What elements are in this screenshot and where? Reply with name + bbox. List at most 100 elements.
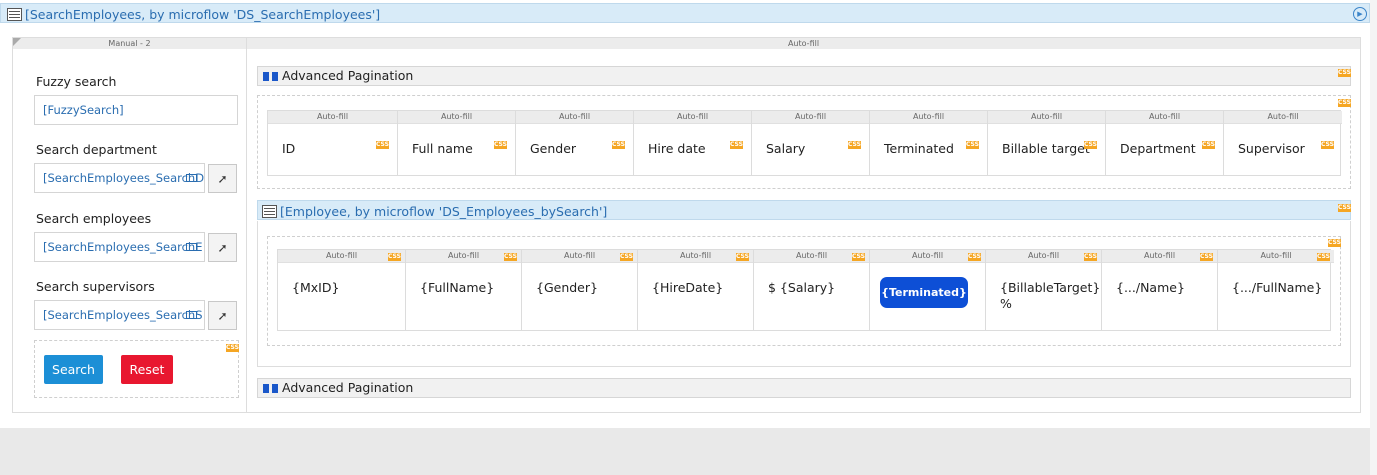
reset-button[interactable]: Reset <box>121 355 173 384</box>
reference-selector-icon <box>186 243 197 251</box>
listview-cell-text: {HireDate} <box>652 280 724 295</box>
column-header-text: Hire date <box>648 141 706 156</box>
pagination-icon <box>263 384 278 393</box>
css-badge: CSS <box>730 141 743 149</box>
right-column-header: Auto-fill <box>247 38 1360 49</box>
department-select-button[interactable]: ➚ <box>208 164 237 193</box>
css-badge: CSS <box>226 344 239 352</box>
column-header-text: Salary <box>766 141 806 156</box>
css-badge: CSS <box>504 253 517 261</box>
search-department-input[interactable]: [SearchEmployees_SearchD <box>34 163 205 193</box>
css-badge: CSS <box>1321 141 1334 149</box>
fuzzy-search-label: Fuzzy search <box>36 74 117 89</box>
listview-cell-text: $ {Salary} <box>768 280 836 295</box>
search-employees-input[interactable]: [SearchEmployees_SearchE <box>34 232 205 262</box>
css-badge: CSS <box>1084 141 1097 149</box>
header-cell[interactable]: Auto-fill Full name CSS <box>398 111 516 175</box>
autofill-label: Auto-fill <box>752 111 869 124</box>
dataview-title: [SearchEmployees, by microflow 'DS_Searc… <box>25 7 381 22</box>
column-header-text: ID <box>282 141 296 156</box>
search-supervisors-value: [SearchEmployees_SearchS <box>43 308 203 322</box>
arrow-icon: ➚ <box>217 172 228 186</box>
arrow-icon: ➚ <box>217 309 228 323</box>
autofill-label: Auto-fill <box>1106 111 1223 124</box>
left-column-header-text: Manual - 2 <box>108 39 151 48</box>
listview-cell[interactable]: Auto-fill $ {Salary} CSS <box>754 250 870 330</box>
search-department-label: Search department <box>36 142 157 157</box>
css-badge: CSS <box>1202 141 1215 149</box>
listview-cell-suffix: % <box>1000 296 1012 311</box>
listview-cell[interactable]: Auto-fill {Gender} CSS <box>522 250 638 330</box>
listview-cell[interactable]: Auto-fill {Terminated} CSS <box>870 250 986 330</box>
listview-cell-text: {Gender} <box>536 280 598 295</box>
css-badge: CSS <box>376 141 389 149</box>
dataview-icon <box>7 8 22 21</box>
css-badge: CSS <box>1317 253 1330 261</box>
css-badge: CSS <box>1328 239 1341 247</box>
header-cell[interactable]: Auto-fill Billable target CSS <box>988 111 1106 175</box>
header-cell[interactable]: Auto-fill Hire date CSS <box>634 111 752 175</box>
css-badge: CSS <box>968 253 981 261</box>
search-employees-value: [SearchEmployees_SearchE <box>43 240 203 254</box>
css-badge: CSS <box>736 253 749 261</box>
css-badge: CSS <box>966 141 979 149</box>
column-header-text: Department <box>1120 141 1196 156</box>
css-badge: CSS <box>494 141 507 149</box>
column-header-text: Full name <box>412 141 473 156</box>
fuzzy-search-input[interactable]: [FuzzySearch] <box>34 95 238 125</box>
arrow-icon: ➚ <box>217 241 228 255</box>
listview-cell[interactable]: Auto-fill {FullName} CSS <box>406 250 522 330</box>
footer-area <box>0 428 1370 475</box>
listview-cell-text: {.../FullName} <box>1232 280 1323 295</box>
column-header-text: Billable target <box>1002 141 1090 156</box>
listview-icon <box>262 205 277 218</box>
search-department-value: [SearchEmployees_SearchD <box>43 171 205 185</box>
left-column-header: Manual - 2 <box>13 38 246 49</box>
pagination-top-label: Advanced Pagination <box>282 68 414 83</box>
css-badge: CSS <box>1338 69 1351 77</box>
header-cell[interactable]: Auto-fill Salary CSS <box>752 111 870 175</box>
reference-selector-icon <box>186 311 197 319</box>
autofill-label: Auto-fill <box>398 111 515 124</box>
css-badge: CSS <box>1200 253 1213 261</box>
header-cell[interactable]: Auto-fill ID CSS <box>268 111 398 175</box>
listview-cell[interactable]: Auto-fill {HireDate} CSS <box>638 250 754 330</box>
header-cell[interactable]: Auto-fill Department CSS <box>1106 111 1224 175</box>
css-badge: CSS <box>612 141 625 149</box>
listview-cell[interactable]: Auto-fill {BillableTarget}% CSS <box>986 250 1102 330</box>
header-cell[interactable]: Auto-fill Terminated CSS <box>870 111 988 175</box>
listview-header: [Employee, by microflow 'DS_Employees_by… <box>257 200 1351 220</box>
search-supervisors-label: Search supervisors <box>36 279 155 294</box>
employees-select-button[interactable]: ➚ <box>208 233 237 262</box>
autofill-label: Auto-fill <box>278 250 405 263</box>
css-badge: CSS <box>848 141 861 149</box>
css-badge: CSS <box>620 253 633 261</box>
pagination-bottom[interactable]: Advanced Pagination <box>257 378 1351 398</box>
css-badge: CSS <box>1338 99 1351 107</box>
pagination-bottom-label: Advanced Pagination <box>282 380 414 395</box>
listview-cell[interactable]: Auto-fill {.../FullName} CSS <box>1218 250 1334 330</box>
reference-selector-icon <box>186 174 197 182</box>
autofill-label: Auto-fill <box>634 111 751 124</box>
listview-cell[interactable]: Auto-fill {.../Name} CSS <box>1102 250 1218 330</box>
right-edge <box>1370 0 1377 475</box>
listview-cell[interactable]: Auto-fill {MxID} CSS <box>278 250 406 330</box>
search-button[interactable]: Search <box>44 355 103 384</box>
autofill-label: Auto-fill <box>268 111 397 124</box>
search-supervisors-input[interactable]: [SearchEmployees_SearchS <box>34 300 205 330</box>
pagination-top[interactable]: Advanced Pagination <box>257 66 1351 86</box>
terminated-badge: {Terminated} <box>880 277 968 308</box>
listview-title: [Employee, by microflow 'DS_Employees_by… <box>280 204 608 219</box>
search-employees-label: Search employees <box>36 211 152 226</box>
supervisors-select-button[interactable]: ➚ <box>208 301 237 330</box>
listview-cell-text: {.../Name} <box>1116 280 1185 295</box>
listview-cell-text: {FullName} <box>420 280 495 295</box>
css-badge: CSS <box>388 253 401 261</box>
circle-arrow-icon[interactable]: ▶ <box>1353 7 1367 21</box>
dataview-header: [SearchEmployees, by microflow 'DS_Searc… <box>0 3 1370 23</box>
pagination-icon <box>263 72 278 81</box>
autofill-label: Auto-fill <box>988 111 1105 124</box>
header-cell[interactable]: Auto-fill Supervisor CSS <box>1224 111 1342 175</box>
header-cell[interactable]: Auto-fill Gender CSS <box>516 111 634 175</box>
css-badge: CSS <box>1338 204 1351 212</box>
